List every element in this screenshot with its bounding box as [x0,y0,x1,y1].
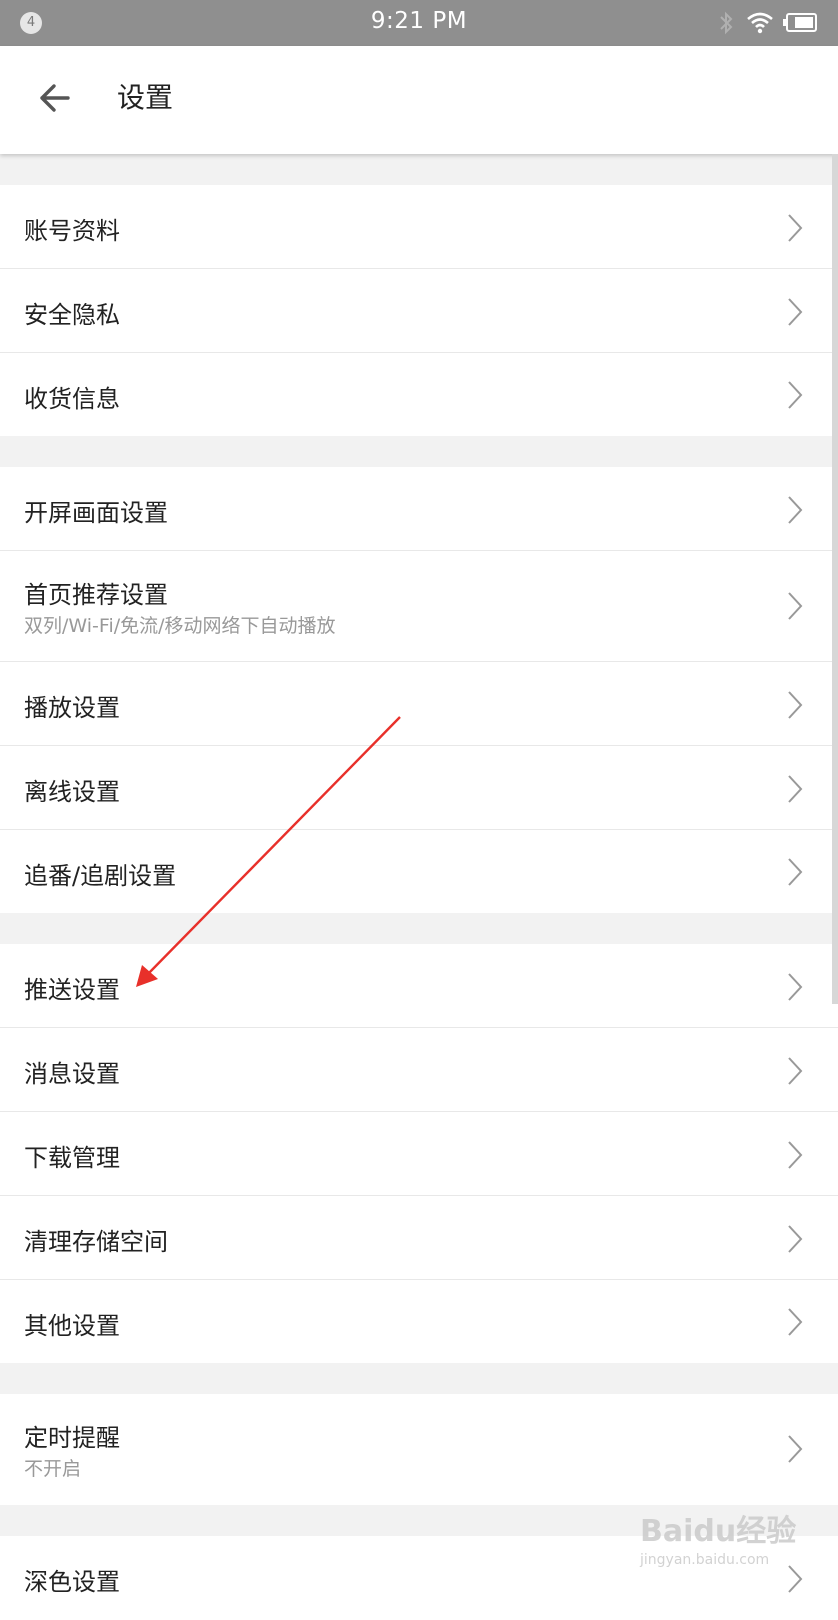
settings-item-clear-storage[interactable]: 清理存储空间 [0,1196,838,1280]
app-bar: 设置 [0,46,838,154]
settings-item-offline[interactable]: 离线设置 [0,746,838,830]
chevron-right-icon [788,1141,803,1169]
back-arrow-icon[interactable] [34,76,78,120]
chevron-right-icon [788,214,803,242]
settings-item-messages[interactable]: 消息设置 [0,1028,838,1112]
chevron-right-icon [788,592,803,620]
scrollbar[interactable] [832,154,838,1004]
settings-item-shipping-info[interactable]: 收货信息 [0,353,838,436]
chevron-right-icon [788,1435,803,1463]
settings-item-label: 推送设置 [24,976,120,1004]
battery-icon [783,13,817,32]
watermark-brand: Baidu经验 [640,1514,797,1549]
wifi-icon [747,12,773,34]
chevron-right-icon [788,858,803,886]
chevron-right-icon [788,1225,803,1253]
settings-item-description: 双列/Wi-Fi/免流/移动网络下自动播放 [24,615,336,637]
watermark: Baidu经验 jingyan.baidu.com [640,1506,796,1568]
chevron-right-icon [788,775,803,803]
chevron-right-icon [788,298,803,326]
settings-list: 账号资料 安全隐私 收货信息 开屏画面设置 首页推荐设置 双列/Wi-Fi/免流… [0,154,838,1620]
settings-item-label: 开屏画面设置 [24,499,168,527]
settings-item-label: 首页推荐设置 [24,581,168,609]
settings-item-label: 追番/追剧设置 [24,862,177,890]
settings-item-downloads[interactable]: 下载管理 [0,1112,838,1196]
settings-item-follow-shows[interactable]: 追番/追剧设置 [0,830,838,913]
status-bar: 4 9:21 PM [0,0,838,46]
chevron-right-icon [788,691,803,719]
chevron-right-icon [788,1308,803,1336]
settings-item-push[interactable]: 推送设置 [0,944,838,1028]
bluetooth-icon [720,11,733,35]
settings-item-label: 定时提醒 [24,1424,120,1452]
status-time: 9:21 PM [370,8,468,34]
settings-item-label: 离线设置 [24,778,120,806]
settings-item-label: 深色设置 [24,1568,120,1596]
chevron-right-icon [788,496,803,524]
settings-item-timer-reminder[interactable]: 定时提醒 不开启 [0,1394,838,1505]
settings-item-label: 消息设置 [24,1060,120,1088]
chevron-right-icon [788,1057,803,1085]
settings-item-playback[interactable]: 播放设置 [0,662,838,746]
settings-item-home-recommend[interactable]: 首页推荐设置 双列/Wi-Fi/免流/移动网络下自动播放 [0,551,838,662]
settings-item-label: 播放设置 [24,694,120,722]
settings-item-security-privacy[interactable]: 安全隐私 [0,269,838,353]
settings-item-splash-screen[interactable]: 开屏画面设置 [0,467,838,551]
settings-item-label: 安全隐私 [24,301,120,329]
chevron-right-icon [788,973,803,1001]
settings-item-label: 收货信息 [24,385,120,413]
chevron-right-icon [788,381,803,409]
settings-item-label: 其他设置 [24,1312,120,1340]
settings-item-account-profile[interactable]: 账号资料 [0,185,838,269]
settings-item-label: 清理存储空间 [24,1228,168,1256]
watermark-site: jingyan.baidu.com [640,1552,770,1568]
settings-item-description: 不开启 [24,1458,82,1480]
chevron-right-icon [788,1565,803,1593]
settings-item-other[interactable]: 其他设置 [0,1280,838,1363]
settings-item-label: 下载管理 [24,1144,120,1172]
settings-item-label: 账号资料 [24,217,120,245]
page-title: 设置 [117,81,174,114]
